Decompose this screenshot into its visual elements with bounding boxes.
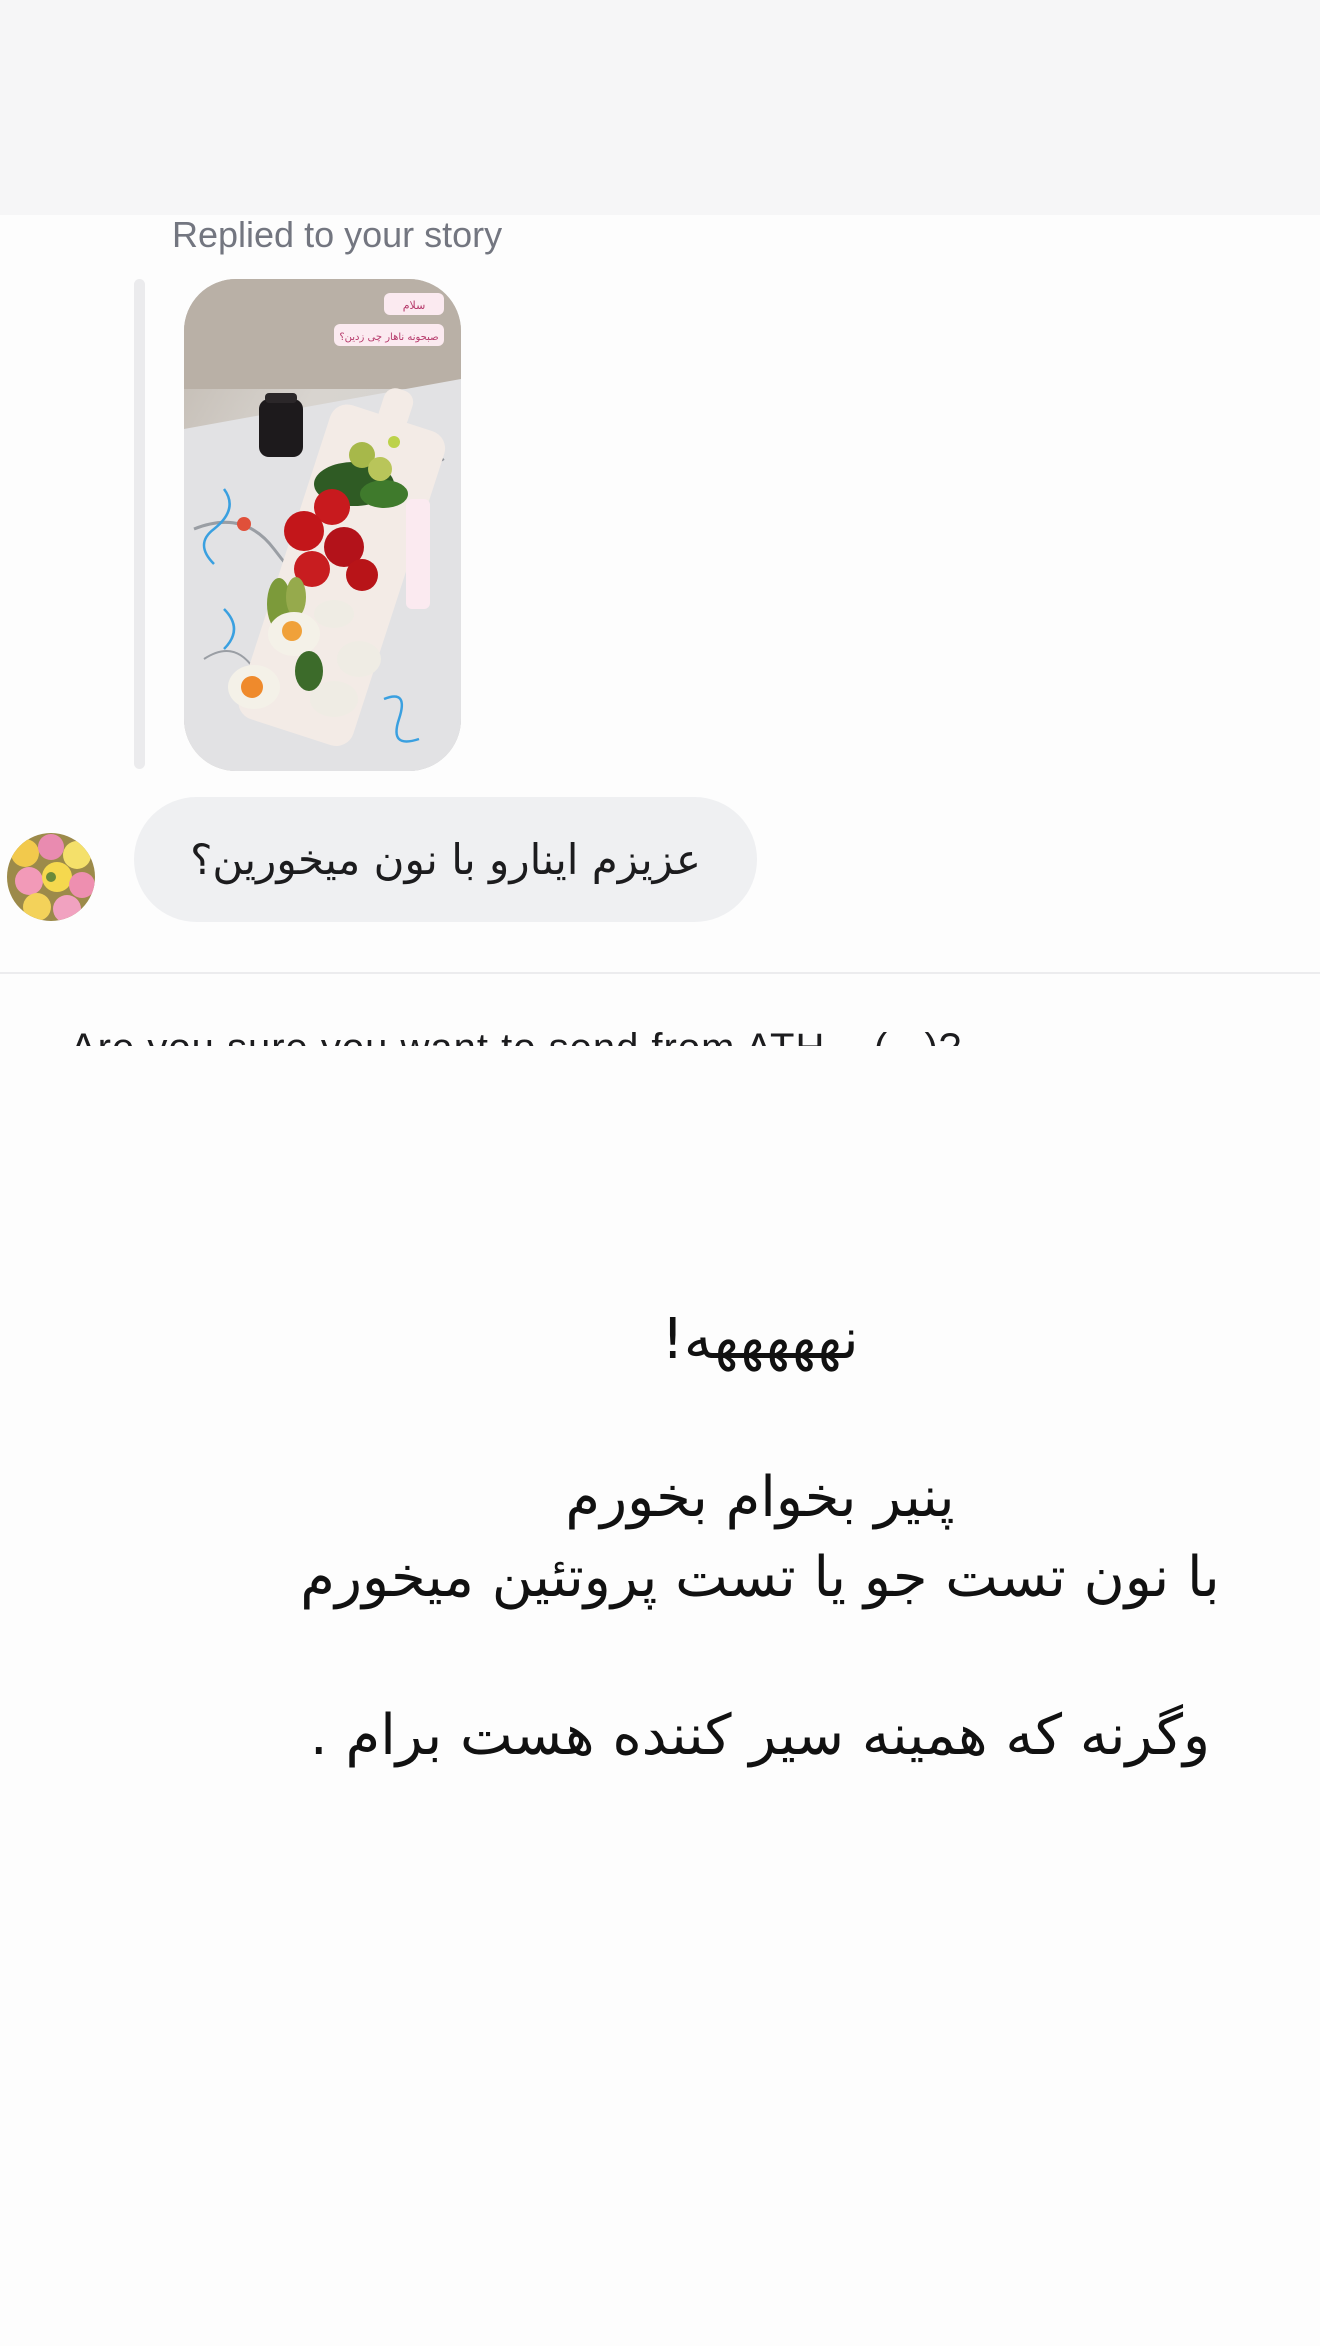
- reply-line: پنیر بخوام بخورم: [565, 1465, 955, 1530]
- divider: [0, 972, 1320, 974]
- chat-screen: Replied to your story سلام صبحونه ناهار …: [0, 0, 1320, 2346]
- story-thumbnail[interactable]: سلام صبحونه ناهار چی زدین؟: [184, 279, 461, 771]
- top-band: [0, 0, 1320, 215]
- cut-off-text: Are you sure you want to send from ATH..…: [70, 1026, 962, 1046]
- reply-gap: [300, 1380, 1220, 1458]
- reply-line: با نون تست جو یا تست پروتئین میخورم: [300, 1545, 1220, 1610]
- incoming-message-text: عزیزم اینارو با نون میخورین؟: [190, 835, 701, 884]
- reply-line: نهههههه!: [661, 1307, 859, 1372]
- reply-gap: [300, 1618, 1220, 1696]
- reply-indicator-bar: [134, 279, 145, 769]
- cut-off-text-line: Are you sure you want to send from ATH..…: [0, 1016, 1320, 1046]
- svg-text:سلام: سلام: [403, 299, 426, 312]
- svg-text:صبحونه ناهار چی زدین؟: صبحونه ناهار چی زدین؟: [339, 332, 438, 343]
- replied-to-story-label: Replied to your story: [172, 214, 503, 255]
- reply-line: وگرنه که همینه سیر کننده هست برام .: [309, 1703, 1211, 1768]
- incoming-message-bubble[interactable]: عزیزم اینارو با نون میخورین؟: [134, 797, 757, 922]
- sender-avatar[interactable]: [7, 833, 95, 921]
- reply-message: نهههههه! پنیر بخوام بخورم با نون تست جو …: [300, 1300, 1220, 1776]
